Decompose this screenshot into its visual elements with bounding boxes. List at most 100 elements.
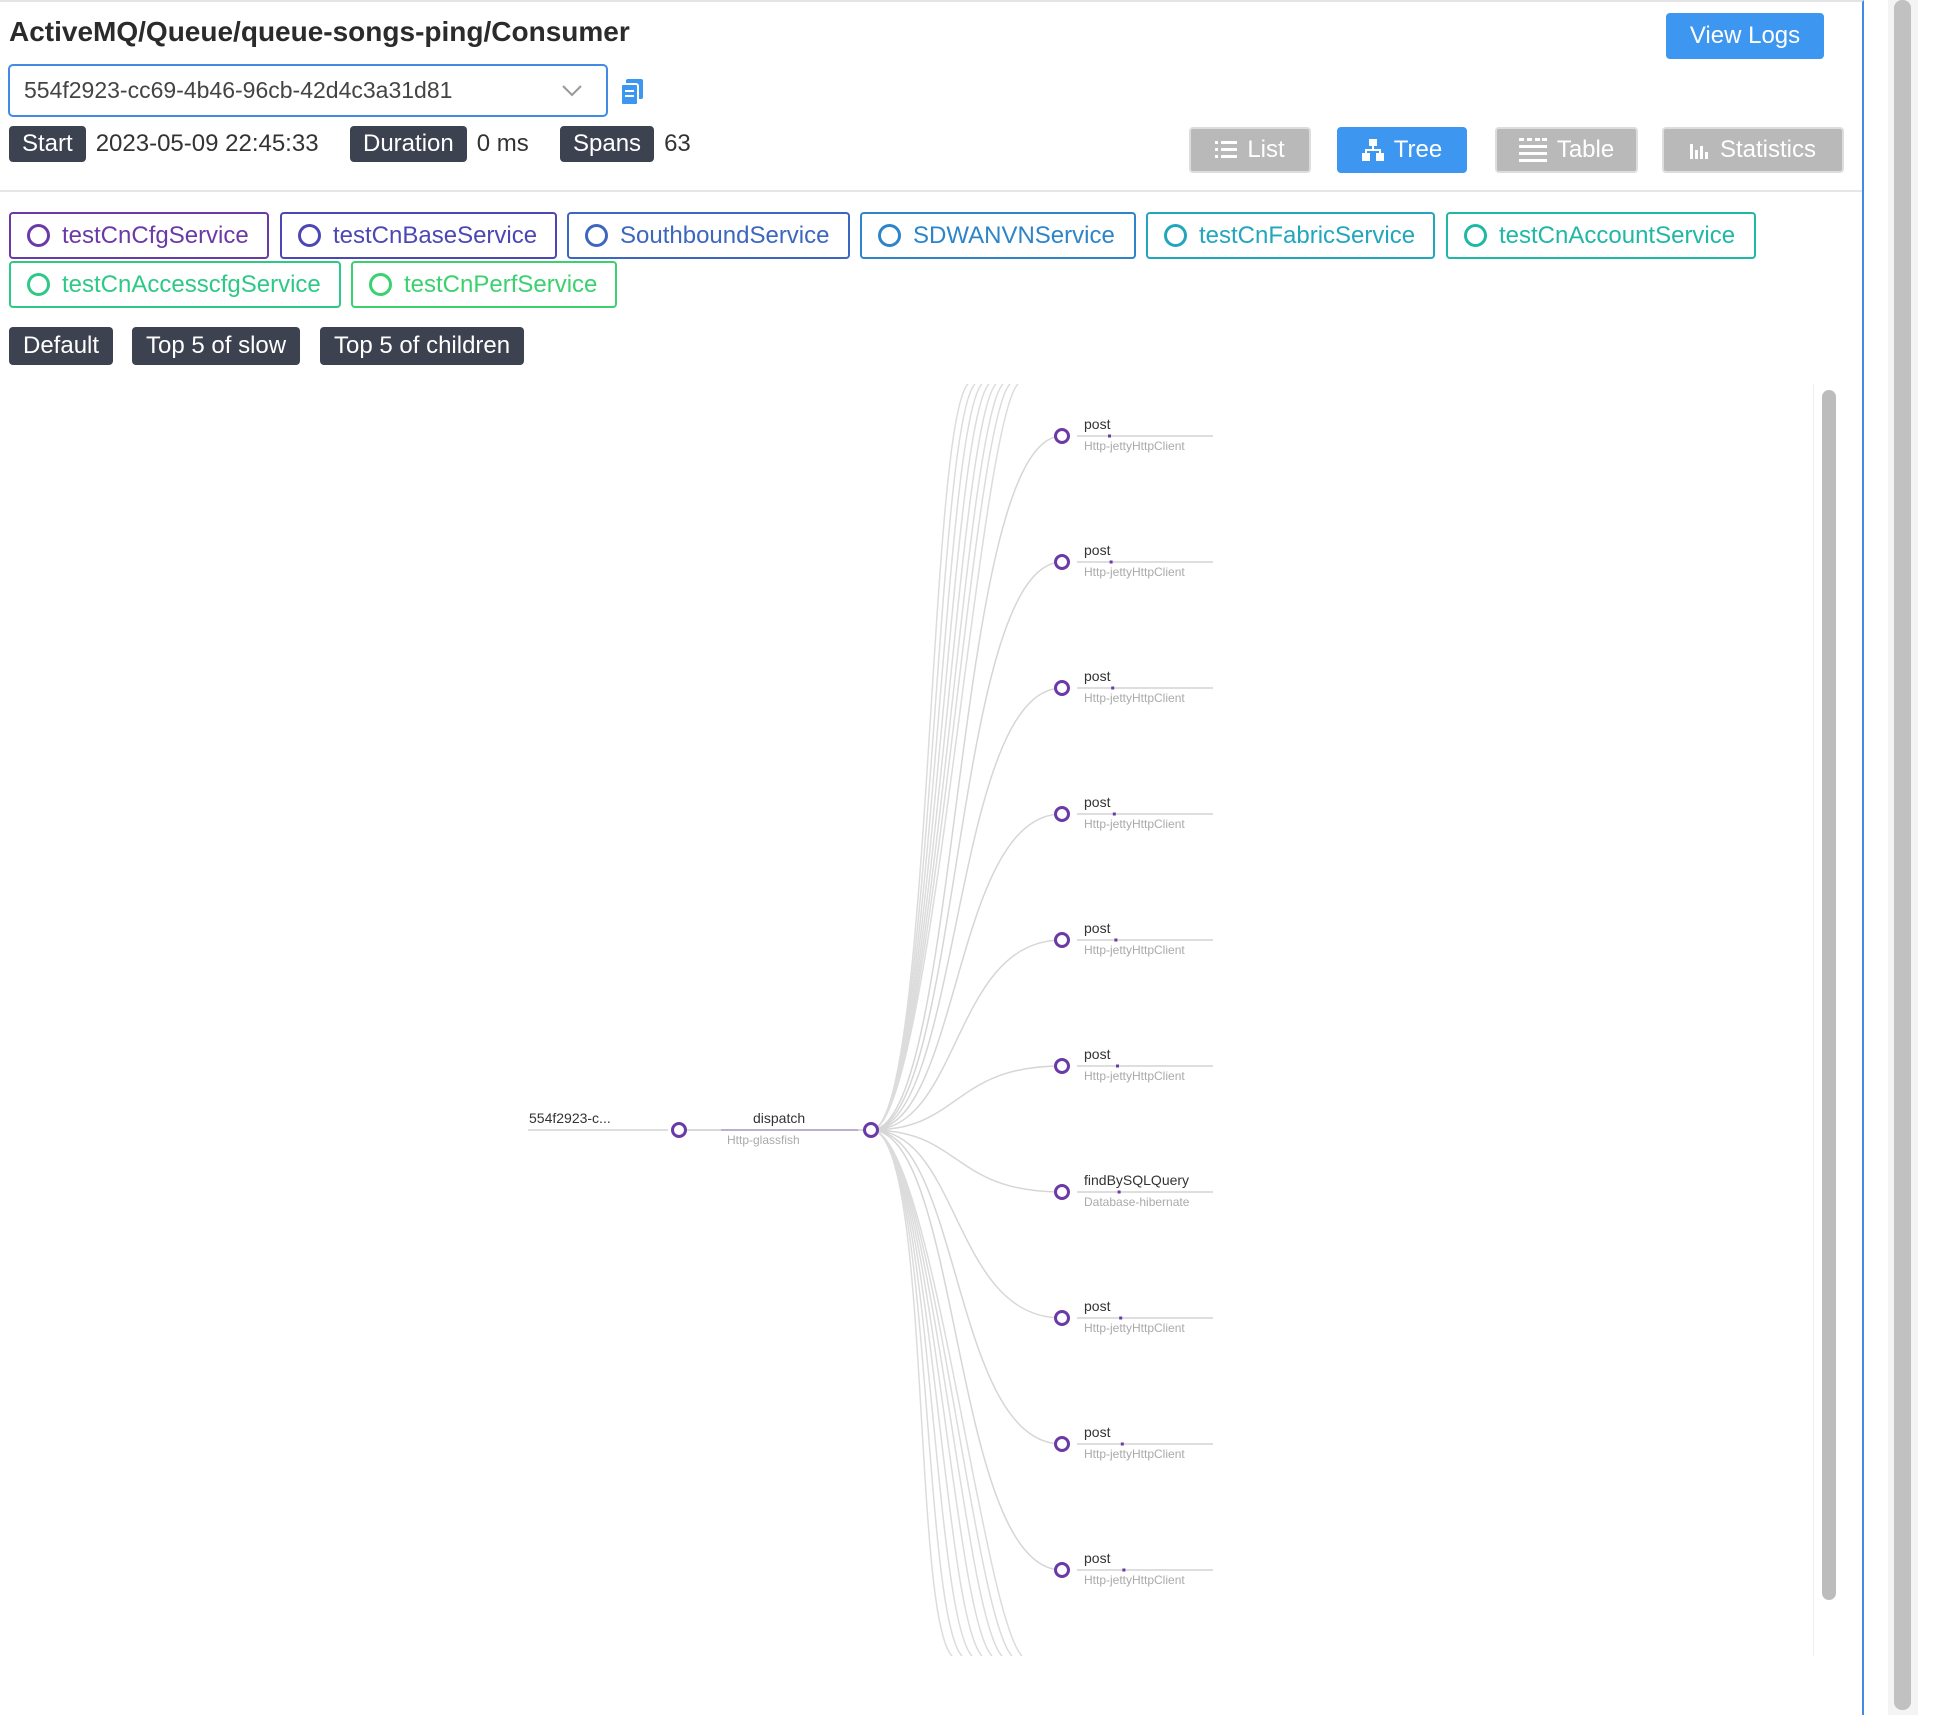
span-node-label[interactable]: post: [1084, 1550, 1111, 1566]
service-chip[interactable]: testCnBaseService: [280, 212, 557, 259]
start-value: 2023-05-09 22:45:33: [95, 130, 319, 157]
page-scrollbar-thumb[interactable]: [1894, 0, 1911, 1710]
spans-value: 63: [664, 130, 691, 157]
service-chip[interactable]: SouthboundService: [567, 212, 850, 259]
span-node-label[interactable]: post: [1084, 1424, 1111, 1440]
service-chip[interactable]: SDWANVNService: [860, 212, 1136, 259]
view-tree-label: Tree: [1393, 136, 1443, 163]
sort-top-children-button[interactable]: Top 5 of children: [320, 327, 525, 365]
copy-icon[interactable]: [620, 78, 644, 106]
start-tag: Start: [9, 126, 86, 162]
span-node-type[interactable]: Http-jettyHttpClient: [1084, 1069, 1185, 1083]
tree-edge: [870, 384, 1019, 1131]
view-statistics-label: Statistics: [1719, 136, 1817, 163]
span-node[interactable]: [1054, 1436, 1070, 1452]
span-node-label[interactable]: post: [1084, 794, 1111, 810]
span-marker: [1108, 434, 1111, 438]
span-marker: [1116, 1064, 1119, 1068]
span-node[interactable]: [1054, 806, 1070, 822]
span-marker: [1112, 812, 1116, 816]
span-marker: [1111, 686, 1115, 690]
service-chip[interactable]: testCnAccesscfgService: [9, 261, 341, 308]
span-node-label[interactable]: post: [1084, 416, 1111, 432]
sort-default-button[interactable]: Default: [9, 327, 114, 365]
trace-id-value: 554f2923-cc69-4b46-96cb-42d4c3a31d81: [24, 77, 453, 103]
tree-scrollbar-thumb[interactable]: [1822, 390, 1836, 1600]
tree-edge: [870, 813, 1063, 1131]
root-node[interactable]: [671, 1122, 687, 1138]
view-list-button[interactable]: List: [1189, 127, 1311, 173]
span-node-type[interactable]: Http-jettyHttpClient: [1084, 1321, 1185, 1335]
page-title: ActiveMQ/Queue/queue-songs-ping/Consumer: [9, 16, 630, 47]
span-node[interactable]: [1054, 1184, 1070, 1200]
span-node-type[interactable]: Http-jettyHttpClient: [1084, 1573, 1185, 1587]
start-meta: Start 2023-05-09 22:45:33: [9, 126, 319, 162]
span-node-type[interactable]: Http-jettyHttpClient: [1084, 691, 1185, 705]
span-node[interactable]: [1054, 554, 1070, 570]
list-icon: [1215, 141, 1238, 158]
span-node-type[interactable]: Http-jettyHttpClient: [1084, 565, 1185, 579]
tree-edge: [870, 1129, 1063, 1571]
view-tree-button[interactable]: Tree: [1337, 127, 1467, 173]
span-node-type[interactable]: Http-jettyHttpClient: [1084, 943, 1185, 957]
span-node[interactable]: [1054, 680, 1070, 696]
span-node-type[interactable]: Database-hibernate: [1084, 1195, 1190, 1209]
service-chip[interactable]: testCnAccountService: [1446, 212, 1756, 259]
span-node[interactable]: [1054, 1562, 1070, 1578]
circle-icon: [1164, 224, 1187, 247]
span-marker: [1119, 1316, 1123, 1320]
service-chip-label: testCnCfgService: [62, 221, 249, 249]
duration-tag: Duration: [350, 126, 467, 162]
tree-edge: [870, 1129, 1063, 1319]
view-table-button[interactable]: Table: [1495, 127, 1638, 173]
duration-meta: Duration 0 ms: [350, 126, 529, 162]
trace-id-select[interactable]: 554f2923-cc69-4b46-96cb-42d4c3a31d81: [8, 64, 608, 117]
span-marker: [1120, 1442, 1124, 1446]
view-logs-button[interactable]: View Logs: [1666, 13, 1824, 59]
dispatch-node-label[interactable]: dispatch: [753, 1110, 805, 1126]
circle-icon: [878, 224, 901, 247]
service-chip-label: testCnBaseService: [333, 221, 538, 249]
tree-edge: [870, 384, 1011, 1131]
service-chip-label: testCnAccesscfgService: [62, 270, 321, 298]
service-chip[interactable]: testCnCfgService: [9, 212, 269, 259]
spans-tag: Spans: [560, 126, 655, 162]
span-node[interactable]: [1054, 1058, 1070, 1074]
span-marker: [1117, 1190, 1121, 1194]
circle-icon: [369, 273, 392, 296]
span-node-label[interactable]: post: [1084, 1298, 1111, 1314]
span-node[interactable]: [1054, 1310, 1070, 1326]
circle-icon: [27, 224, 50, 247]
trace-tree-canvas[interactable]: post Http-jettyHttpClient post Http-jettyHt…: [0, 384, 1843, 1656]
span-node[interactable]: [1054, 932, 1070, 948]
tree-edge: [870, 384, 976, 1131]
span-node-label[interactable]: findBySQLQuery: [1084, 1172, 1189, 1188]
circle-icon: [1464, 224, 1487, 247]
span-node-label[interactable]: post: [1084, 1046, 1111, 1062]
span-marker: [1122, 1568, 1126, 1572]
span-node-label[interactable]: post: [1084, 668, 1111, 684]
tree-edge: [870, 1129, 963, 1656]
view-list-label: List: [1247, 136, 1285, 163]
circle-icon: [27, 273, 50, 296]
service-chip[interactable]: testCnPerfService: [351, 261, 617, 308]
span-marker: [1114, 938, 1118, 942]
span-node-type[interactable]: Http-jettyHttpClient: [1084, 1447, 1185, 1461]
span-node-type[interactable]: Http-jettyHttpClient: [1084, 817, 1185, 831]
header-divider: [0, 190, 1862, 192]
spans-meta: Spans 63: [560, 126, 691, 162]
dispatch-node[interactable]: [863, 1122, 879, 1138]
span-node-type[interactable]: Http-jettyHttpClient: [1084, 439, 1185, 453]
root-node-label[interactable]: 554f2923-c...: [529, 1110, 611, 1126]
service-chip[interactable]: testCnFabricService: [1146, 212, 1435, 259]
circle-icon: [298, 224, 321, 247]
span-node-label[interactable]: post: [1084, 920, 1111, 936]
service-chip-label: SouthboundService: [620, 221, 830, 249]
view-statistics-button[interactable]: Statistics: [1662, 127, 1844, 173]
dispatch-node-type[interactable]: Http-glassfish: [727, 1133, 800, 1147]
span-node-label[interactable]: post: [1084, 542, 1111, 558]
span-node[interactable]: [1054, 428, 1070, 444]
tree-edge: [870, 1129, 993, 1656]
sort-top-slow-button[interactable]: Top 5 of slow: [132, 327, 301, 365]
view-table-label: Table: [1556, 136, 1615, 163]
